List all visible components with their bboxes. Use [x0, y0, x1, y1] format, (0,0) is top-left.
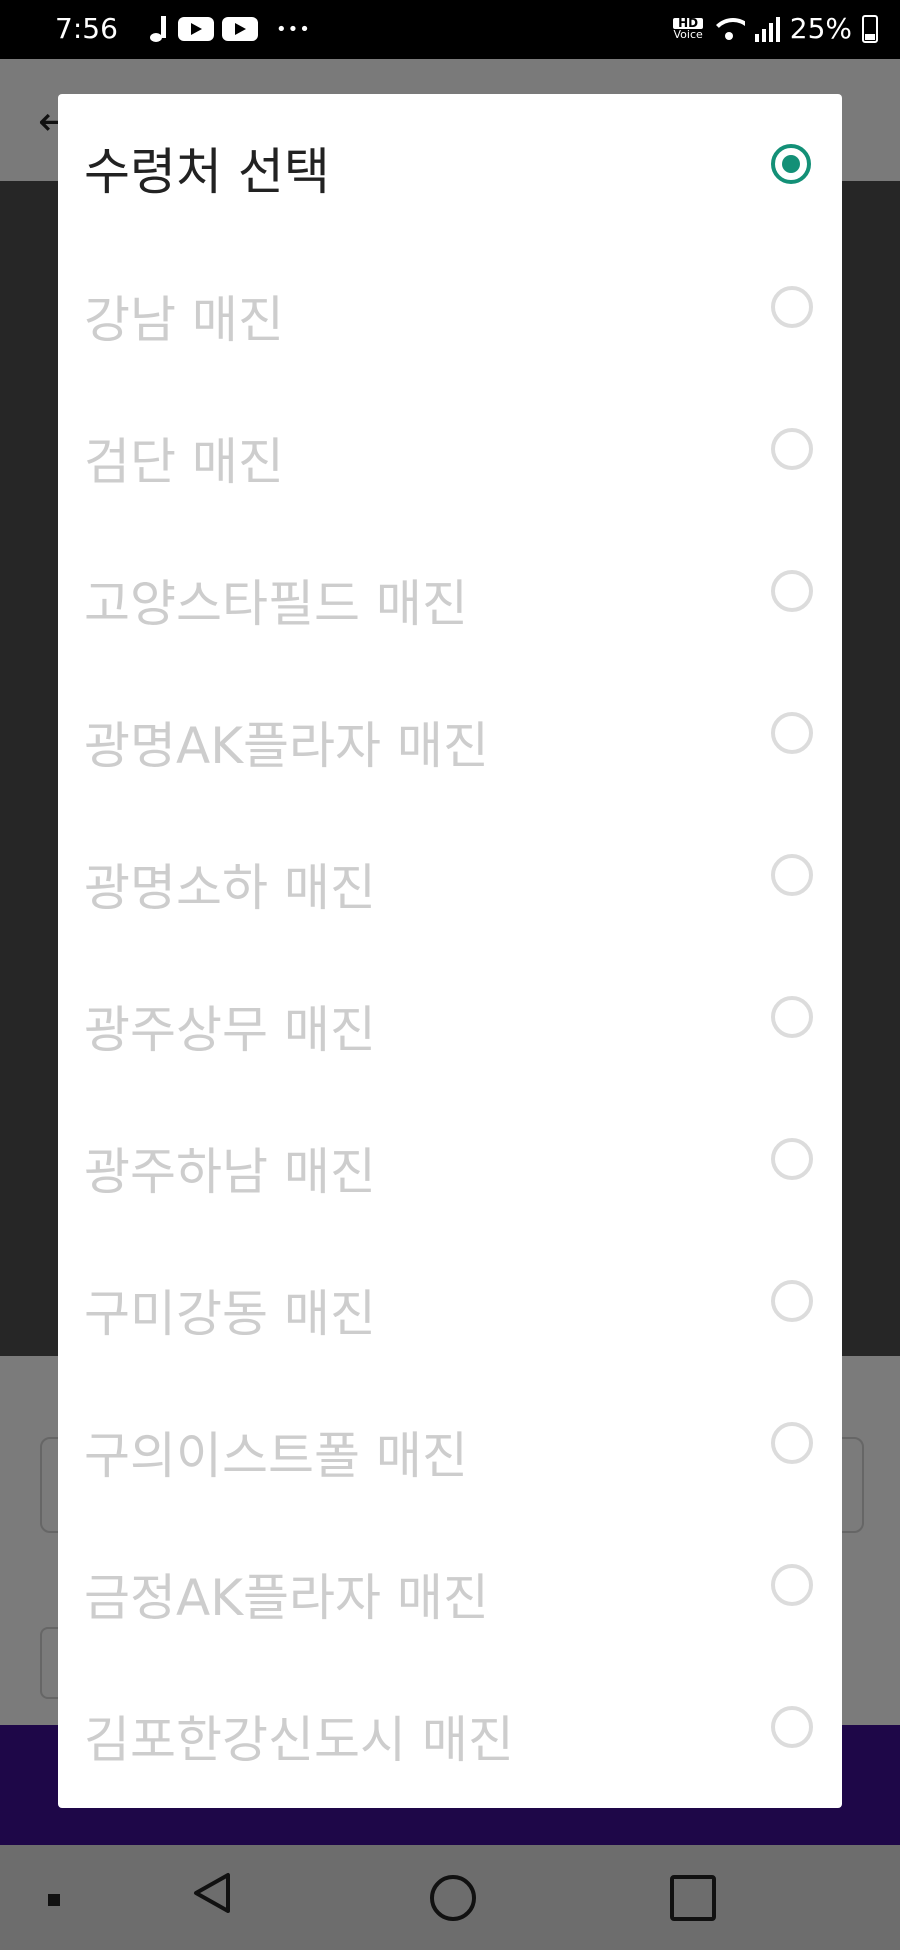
radio-button[interactable] [771, 996, 813, 1038]
option-item[interactable]: 김포한강신도시 매진 [58, 1656, 842, 1798]
radio-button[interactable] [771, 570, 813, 612]
option-label: 검단 매진 [84, 433, 284, 491]
status-right: HD Voice 25% [673, 12, 878, 45]
option-item[interactable]: 강남 매진 [58, 236, 842, 378]
pickup-location-dialog: 수령처 선택 강남 매진 검단 매진 고양스타필드 매진 광명AK플라자 매진 … [58, 94, 842, 1808]
battery-percent: 25% [789, 12, 852, 45]
nav-back-icon[interactable] [190, 1871, 234, 1915]
option-label: 광주하남 매진 [84, 1143, 376, 1201]
option-label: 강남 매진 [84, 291, 284, 349]
battery-icon [862, 14, 878, 43]
option-label: 고양스타필드 매진 [84, 575, 468, 633]
nav-home-icon[interactable] [430, 1875, 476, 1921]
option-label: 김포한강신도시 매진 [84, 1711, 514, 1769]
selected-radio-icon[interactable] [771, 144, 811, 184]
status-bar: 7:56 ••• HD Voice 25% [0, 0, 900, 59]
youtube-icon [178, 17, 214, 41]
option-item[interactable]: 금정AK플라자 매진 [58, 1514, 842, 1656]
option-item[interactable]: 광주상무 매진 [58, 946, 842, 1088]
radio-button[interactable] [771, 428, 813, 470]
option-label: 광명AK플라자 매진 [84, 717, 489, 775]
nav-recents-icon[interactable] [670, 1875, 716, 1921]
dialog-title: 수령처 선택 [84, 143, 330, 201]
option-item[interactable]: 구미강동 매진 [58, 1230, 842, 1372]
more-notifications-icon: ••• [276, 18, 311, 40]
radio-button[interactable] [771, 1138, 813, 1180]
system-nav-bar [0, 1845, 900, 1950]
option-item[interactable]: 광명AK플라자 매진 [58, 662, 842, 804]
radio-button[interactable] [771, 1564, 813, 1606]
option-item[interactable]: 검단 매진 [58, 378, 842, 520]
radio-button[interactable] [771, 286, 813, 328]
radio-button[interactable] [771, 712, 813, 754]
wifi-icon [712, 16, 745, 42]
notification-icons: ••• [150, 16, 311, 42]
option-label: 광명소하 매진 [84, 859, 376, 917]
option-label: 구미강동 매진 [84, 1285, 376, 1343]
radio-button[interactable] [771, 1422, 813, 1464]
nav-dot-icon[interactable] [48, 1894, 60, 1906]
option-item[interactable]: 광주하남 매진 [58, 1088, 842, 1230]
option-label: 금정AK플라자 매진 [84, 1569, 489, 1627]
option-label: 광주상무 매진 [84, 1001, 376, 1059]
radio-button[interactable] [771, 1280, 813, 1322]
option-item[interactable]: 고양스타필드 매진 [58, 520, 842, 662]
option-item[interactable]: 구의이스트폴 매진 [58, 1372, 842, 1514]
radio-button[interactable] [771, 1706, 813, 1748]
status-time: 7:56 [55, 12, 118, 45]
hd-voice-icon: HD Voice [673, 15, 703, 41]
radio-button[interactable] [771, 854, 813, 896]
youtube-icon [222, 17, 258, 41]
option-item[interactable]: 광명소하 매진 [58, 804, 842, 946]
music-note-icon [150, 16, 170, 42]
option-label: 구의이스트폴 매진 [84, 1427, 468, 1485]
signal-icon [754, 16, 780, 42]
